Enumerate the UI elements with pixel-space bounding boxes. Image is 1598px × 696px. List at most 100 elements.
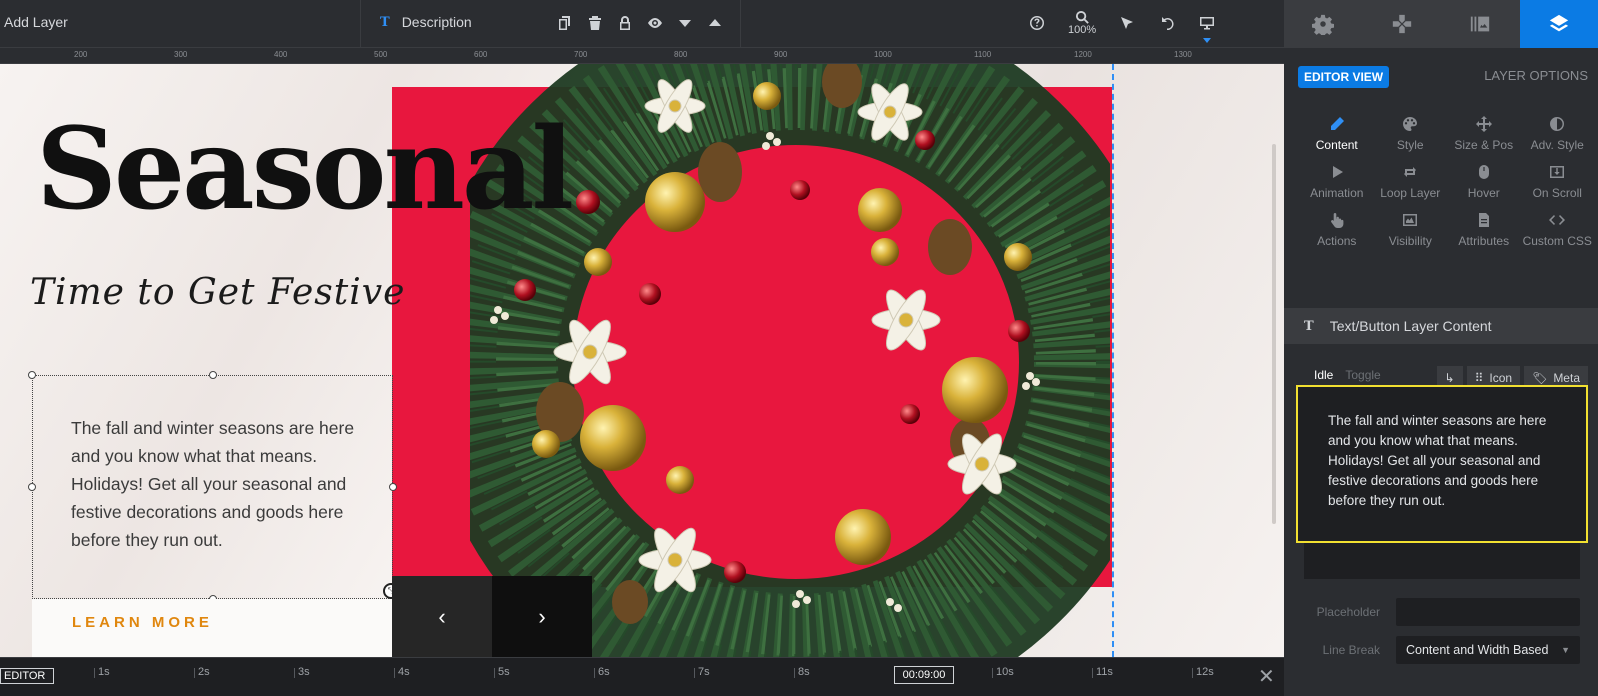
line-break-label: Line Break xyxy=(1322,643,1380,657)
lock-icon[interactable] xyxy=(616,14,634,32)
textarea-extension xyxy=(1304,543,1580,579)
line-break-select[interactable]: Content and Width Based ▼ xyxy=(1396,636,1580,664)
chevron-down-icon: ▼ xyxy=(1561,645,1570,655)
duplicate-icon[interactable] xyxy=(556,14,574,32)
timeline-tick: 10s xyxy=(992,666,1014,678)
option-label: Content xyxy=(1315,138,1358,152)
canvas-scrollbar[interactable] xyxy=(1272,144,1276,524)
ruler-label: 600 xyxy=(474,50,488,59)
section-header-text-content[interactable]: T Text/Button Layer Content xyxy=(1284,308,1598,344)
visibility-icon xyxy=(1403,214,1418,226)
line-break-value: Content and Width Based xyxy=(1406,643,1549,657)
tab-slider-settings[interactable] xyxy=(1284,0,1363,48)
return-arrow-icon: ↳ xyxy=(1444,371,1455,385)
layers-icon xyxy=(1549,14,1568,32)
toggle-tab[interactable]: Toggle xyxy=(1345,368,1380,382)
gamepad-icon xyxy=(1392,14,1411,34)
contrast-icon xyxy=(1550,117,1565,131)
option-label: Visibility xyxy=(1388,234,1432,248)
option-visibility[interactable]: Visibility xyxy=(1374,212,1448,248)
subtitle-script-text[interactable]: Time to Get Festive xyxy=(30,272,405,313)
option-size-pos[interactable]: Size & Pos xyxy=(1447,116,1521,152)
pencil-icon xyxy=(1330,117,1344,130)
guide-line xyxy=(1112,64,1114,657)
option-label: Style xyxy=(1396,138,1424,152)
timeline-current-time[interactable]: 00:09:00 xyxy=(894,666,954,684)
timeline-tick: 5s xyxy=(494,666,510,678)
desktop-view-icon[interactable] xyxy=(1198,14,1216,43)
help-icon[interactable] xyxy=(1028,14,1046,32)
add-layer-button[interactable]: Add Layer xyxy=(4,14,68,30)
option-style[interactable]: Style xyxy=(1374,116,1448,152)
pointer-icon[interactable] xyxy=(1118,14,1136,32)
tab-navigation[interactable] xyxy=(1362,0,1441,48)
slide-canvas[interactable]: Seasonal Time to Get Festive The fall an… xyxy=(0,64,1284,657)
option-hover[interactable]: Hover xyxy=(1447,164,1521,200)
ruler-label: 1300 xyxy=(1174,50,1192,59)
idle-tab[interactable]: Idle xyxy=(1314,368,1333,382)
description-text: The fall and winter seasons are here and… xyxy=(71,418,355,550)
horizontal-ruler: 200 300 400 500 600 700 800 900 1000 110… xyxy=(0,48,1284,64)
option-label: Size & Pos xyxy=(1454,138,1514,152)
tab-slide-settings[interactable] xyxy=(1441,0,1520,48)
top-toolbar: Add Layer T Description 100% xyxy=(0,0,1284,48)
placeholder-input[interactable] xyxy=(1396,598,1580,626)
selected-layer-name[interactable]: T Description xyxy=(380,14,472,30)
option-animation[interactable]: Animation xyxy=(1300,164,1374,200)
settings-panel: EDITOR VIEW LAYER OPTIONS Content Style … xyxy=(1284,0,1598,696)
option-label: Actions xyxy=(1317,234,1357,248)
play-icon xyxy=(1332,166,1343,178)
ruler-label: 900 xyxy=(774,50,788,59)
tab-layers[interactable] xyxy=(1519,0,1598,48)
mouse-icon xyxy=(1478,165,1489,179)
layer-option-grid: Content Style Size & Pos Adv. Style Anim… xyxy=(1284,116,1598,248)
icon-button-label: Icon xyxy=(1489,371,1513,385)
resize-handle-left[interactable] xyxy=(28,483,36,491)
zoom-control[interactable]: 100% xyxy=(1068,10,1096,36)
visibility-eye-icon[interactable] xyxy=(646,14,664,32)
option-loop-layer[interactable]: Loop Layer xyxy=(1374,164,1448,200)
timeline-tick: 2s xyxy=(194,666,210,678)
timeline-tick: 3s xyxy=(294,666,310,678)
move-up-icon[interactable] xyxy=(706,14,724,32)
option-custom-css[interactable]: Custom CSS xyxy=(1521,212,1595,248)
resize-handle-top[interactable] xyxy=(209,371,217,379)
next-arrow-button[interactable]: › xyxy=(492,576,592,657)
learn-more-button[interactable]: LEARN MORE xyxy=(72,614,213,631)
option-attributes[interactable]: Attributes xyxy=(1447,212,1521,248)
ruler-label: 1200 xyxy=(1074,50,1092,59)
slides-icon xyxy=(1471,16,1490,32)
section-title: Text/Button Layer Content xyxy=(1329,318,1492,334)
line-break-row: Line Break Content and Width Based ▼ xyxy=(1284,636,1598,664)
option-content[interactable]: Content xyxy=(1300,116,1374,152)
delete-icon[interactable] xyxy=(586,14,604,32)
option-on-scroll[interactable]: On Scroll xyxy=(1521,164,1595,200)
previous-arrow-button[interactable]: ‹ xyxy=(392,576,492,657)
option-actions[interactable]: Actions xyxy=(1300,212,1374,248)
layer-options-button[interactable]: LAYER OPTIONS xyxy=(1484,68,1588,83)
layer-content-textarea[interactable]: The fall and winter seasons are here and… xyxy=(1296,385,1588,543)
resize-handle-right[interactable] xyxy=(389,483,397,491)
close-timeline-icon[interactable]: ✕ xyxy=(1258,664,1275,689)
undo-icon[interactable] xyxy=(1158,14,1176,32)
timeline-mode-label[interactable]: EDITOR xyxy=(0,668,54,684)
panel-subheader: EDITOR VIEW LAYER OPTIONS xyxy=(1284,48,1598,108)
ruler-label: 300 xyxy=(174,50,188,59)
option-adv-style[interactable]: Adv. Style xyxy=(1521,116,1595,152)
loop-icon xyxy=(1404,167,1417,177)
zoom-level: 100% xyxy=(1068,24,1097,36)
document-icon xyxy=(1478,213,1489,227)
option-label: Attributes xyxy=(1458,234,1510,248)
toolbar-right: 100% xyxy=(1028,10,1216,43)
search-icon xyxy=(1075,10,1089,24)
ruler-label: 1100 xyxy=(974,50,992,59)
gear-icon xyxy=(1312,14,1335,35)
timeline-tick: 12s xyxy=(1192,666,1214,678)
resize-handle-top-left[interactable] xyxy=(28,371,36,379)
editor-view-button[interactable]: EDITOR VIEW xyxy=(1298,66,1390,88)
description-layer[interactable]: The fall and winter seasons are here and… xyxy=(28,371,397,603)
panel-tabs xyxy=(1284,0,1598,48)
headline-text[interactable]: Seasonal xyxy=(36,104,574,235)
toolbar-divider xyxy=(360,0,361,48)
move-down-icon[interactable] xyxy=(676,14,694,32)
